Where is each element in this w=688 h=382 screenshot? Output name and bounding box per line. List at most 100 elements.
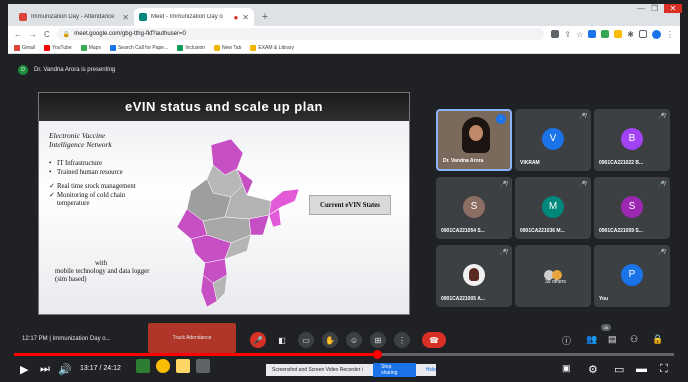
- lock-icon: 🔒: [62, 31, 71, 38]
- fullscreen-icon[interactable]: ⛶: [660, 363, 668, 376]
- mic-off-icon: 🎤̸: [657, 114, 665, 120]
- miniplayer-icon[interactable]: ▭: [614, 363, 624, 376]
- raise-hand-icon[interactable]: ✋: [322, 332, 338, 348]
- close-window-icon[interactable]: ✕: [664, 4, 682, 13]
- window-controls: — ❐ ✕: [637, 4, 682, 13]
- mic-off-icon[interactable]: 🎤: [250, 332, 266, 348]
- back-icon[interactable]: ←: [14, 30, 22, 39]
- meeting-time-title: 12:17 PM | Immunization Day o...: [22, 336, 111, 342]
- slide-bullets: IT Infrastructure Trained human resource…: [49, 160, 149, 209]
- participant-name: 0901CA221054 S...: [441, 228, 485, 234]
- bookmark-search-call[interactable]: Search Call for Pape...: [109, 44, 168, 51]
- close-icon[interactable]: ✕: [122, 13, 129, 22]
- bookmark-icon: [109, 44, 116, 51]
- extension-icon[interactable]: [588, 30, 597, 38]
- present-icon[interactable]: ⊞: [370, 332, 386, 348]
- settings-icon[interactable]: ⚙: [588, 363, 598, 376]
- camera-icon[interactable]: [551, 30, 560, 38]
- more-options-icon[interactable]: ⋮: [394, 332, 410, 348]
- captions-icon[interactable]: ▣: [562, 363, 571, 374]
- folder-icon[interactable]: [176, 359, 190, 373]
- track-attendance-button[interactable]: Track Attendance: [148, 323, 236, 353]
- recording-dot-icon: ●: [233, 12, 239, 22]
- avatar: M: [542, 195, 564, 218]
- hand-raise-icon[interactable]: ◧: [274, 332, 290, 348]
- host-controls-icon[interactable]: 🔒: [652, 334, 663, 345]
- bookmark-gmail[interactable]: Gmail: [14, 44, 35, 51]
- stop-sharing-button[interactable]: Stop sharing: [373, 363, 416, 377]
- sidebar-icon[interactable]: [639, 30, 647, 38]
- next-icon[interactable]: ⏭: [40, 363, 50, 376]
- minimize-icon[interactable]: —: [637, 4, 645, 13]
- puzzle-icon[interactable]: ✱: [627, 30, 634, 39]
- mic-off-icon: 🎤̸: [578, 114, 586, 120]
- end-call-button[interactable]: ☎: [422, 332, 446, 348]
- avatar: S: [463, 195, 485, 218]
- avatar: P: [621, 263, 643, 286]
- participant-tile-self[interactable]: 🎤̸ P You: [594, 245, 670, 307]
- gmail-icon: [19, 13, 27, 21]
- forward-icon[interactable]: →: [29, 30, 37, 39]
- mic-off-icon: 🎤̸: [578, 182, 586, 188]
- tab-title: Meet - Immunization Day o: [151, 14, 223, 20]
- extension-icon[interactable]: [614, 30, 623, 38]
- share-icon[interactable]: ⇪: [564, 30, 571, 39]
- bookmark-exam-library[interactable]: EXAM & Library: [250, 44, 294, 51]
- meet-control-bar: 12:17 PM | Immunization Day o... Track A…: [8, 323, 680, 353]
- profile-avatar[interactable]: [652, 29, 661, 39]
- app-icon[interactable]: [196, 359, 210, 373]
- bookmarks-bar: Gmail YouTube Maps Search Call for Pape.…: [8, 42, 680, 54]
- youtube-controls: ▶ ⏭ 🔊 13:17 / 24:12 Screenshot and Scree…: [0, 357, 688, 382]
- people-icon[interactable]: 👥: [586, 334, 597, 345]
- play-icon[interactable]: ▶: [20, 363, 28, 376]
- bookmark-youtube[interactable]: YouTube: [44, 44, 72, 51]
- toolbar-icons: ⇪ ☆ ✱ ⋮: [551, 29, 674, 39]
- extension-icon[interactable]: [601, 30, 610, 38]
- video-progress-bar[interactable]: [14, 350, 674, 359]
- url-text: meet.google.com/gbg-tthg-fkf?authuser=0: [74, 31, 186, 37]
- presentation-slide: eVIN status and scale up plan Electronic…: [38, 92, 410, 315]
- menu-icon[interactable]: ⋮: [666, 30, 674, 39]
- tab-attendance[interactable]: Immunization Day - Attendance ✕: [14, 8, 134, 26]
- participant-tile[interactable]: 🎤̸ V VIKRAM: [515, 109, 591, 171]
- bullet-item: IT Infrastructure: [49, 160, 149, 168]
- star-icon[interactable]: ☆: [576, 30, 583, 39]
- tab-strip: Immunization Day - Attendance ✕ Meet - I…: [8, 4, 680, 26]
- hide-button[interactable]: Hide: [426, 367, 436, 373]
- reload-icon[interactable]: C: [44, 30, 50, 39]
- tab-meet[interactable]: Meet - Immunization Day o ● ✕: [134, 8, 254, 26]
- app-icon[interactable]: [136, 359, 150, 373]
- participant-name: You: [599, 296, 609, 302]
- volume-icon[interactable]: 🔊: [58, 363, 72, 376]
- participant-tile-speaker[interactable]: ⫶ Dr. Vandna Arora: [436, 109, 512, 171]
- participant-tile[interactable]: 🎤̸ M 0901CA221036 M...: [515, 177, 591, 239]
- others-tile[interactable]: 39 others: [515, 245, 591, 307]
- participant-name: Dr. Vandna Arora: [443, 158, 484, 164]
- mic-off-icon: 🎤̸: [499, 250, 507, 256]
- close-icon[interactable]: ✕: [242, 13, 249, 22]
- youtube-icon: [44, 44, 51, 51]
- new-tab-button[interactable]: +: [258, 10, 272, 24]
- mic-off-icon: 🎤̸: [499, 182, 507, 188]
- theater-mode-icon[interactable]: ▬: [636, 363, 647, 375]
- presenter-video: [462, 117, 490, 153]
- info-icon[interactable]: ⓘ: [562, 334, 571, 347]
- bookmark-maps[interactable]: Maps: [80, 44, 101, 51]
- participant-tile[interactable]: 🎤̸ S 0901CA221059 S...: [594, 177, 670, 239]
- participant-tile[interactable]: 🎤̸ S 0901CA221054 S...: [436, 177, 512, 239]
- participant-tile[interactable]: 🎤̸ 0901CA221005 A...: [436, 245, 512, 307]
- url-field[interactable]: 🔒 meet.google.com/gbg-tthg-fkf?authuser=…: [56, 28, 545, 40]
- others-count: 39 others: [545, 279, 566, 285]
- chat-icon[interactable]: ▤: [608, 334, 617, 345]
- bookmark-new-tab[interactable]: New Tab: [214, 44, 241, 51]
- chrome-icon[interactable]: [156, 359, 170, 373]
- participant-tile[interactable]: 🎤̸ B 0901CA221022 B...: [594, 109, 670, 171]
- emoji-icon[interactable]: ☺: [346, 332, 362, 348]
- folder-icon: [250, 44, 257, 51]
- activities-icon[interactable]: ⚇: [630, 334, 638, 345]
- captions-icon[interactable]: ▭: [298, 332, 314, 348]
- avatar: S: [621, 195, 643, 218]
- footer-line-1: with: [94, 260, 108, 267]
- maximize-icon[interactable]: ❐: [651, 4, 658, 13]
- bookmark-inclusion[interactable]: Inclusion: [177, 44, 205, 51]
